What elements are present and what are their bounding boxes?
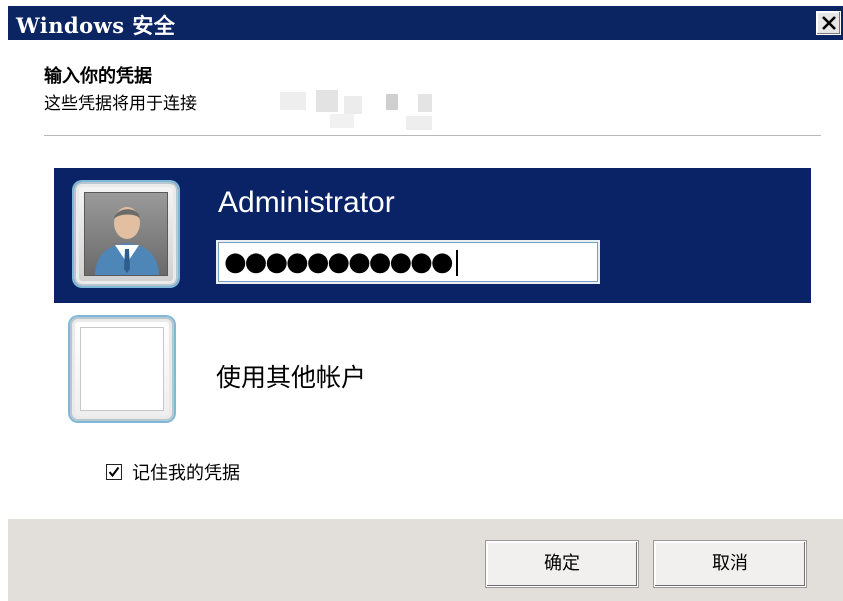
ok-button[interactable]: 确定 xyxy=(486,541,638,587)
blank-avatar-icon xyxy=(80,327,164,411)
cancel-button[interactable]: 取消 xyxy=(654,541,806,587)
window-title: Windows 安全 xyxy=(16,13,176,38)
close-icon xyxy=(822,16,836,30)
button-bar: 确定 取消 xyxy=(8,519,843,601)
text-caret xyxy=(455,249,458,276)
use-other-account-option[interactable]: 使用其他帐户 xyxy=(216,358,366,394)
username-label: Administrator xyxy=(218,186,395,219)
checkmark-icon xyxy=(108,466,120,478)
close-button[interactable] xyxy=(816,11,841,35)
user-avatar xyxy=(74,182,178,286)
remember-checkbox[interactable] xyxy=(106,464,122,480)
credential-tile-administrator[interactable]: Administrator ●●●●●●●●●●● xyxy=(54,168,811,303)
remember-label: 记住我的凭据 xyxy=(132,463,240,484)
other-account-avatar[interactable] xyxy=(70,317,174,421)
password-mask: ●●●●●●●●●●● xyxy=(224,247,454,277)
credential-dialog: Windows 安全 输入你的凭据 这些凭据将用于连接 Administrato… xyxy=(8,6,843,601)
header-divider xyxy=(44,135,821,136)
remember-credentials[interactable]: 记住我的凭据 xyxy=(106,459,240,485)
title-bar[interactable]: Windows 安全 xyxy=(8,6,843,40)
password-field[interactable]: ●●●●●●●●●●● xyxy=(216,240,600,284)
dialog-subheading: 这些凭据将用于连接 xyxy=(44,94,197,114)
user-avatar-icon xyxy=(95,207,159,275)
redacted-hostname xyxy=(260,88,456,132)
dialog-heading: 输入你的凭据 xyxy=(44,66,152,87)
